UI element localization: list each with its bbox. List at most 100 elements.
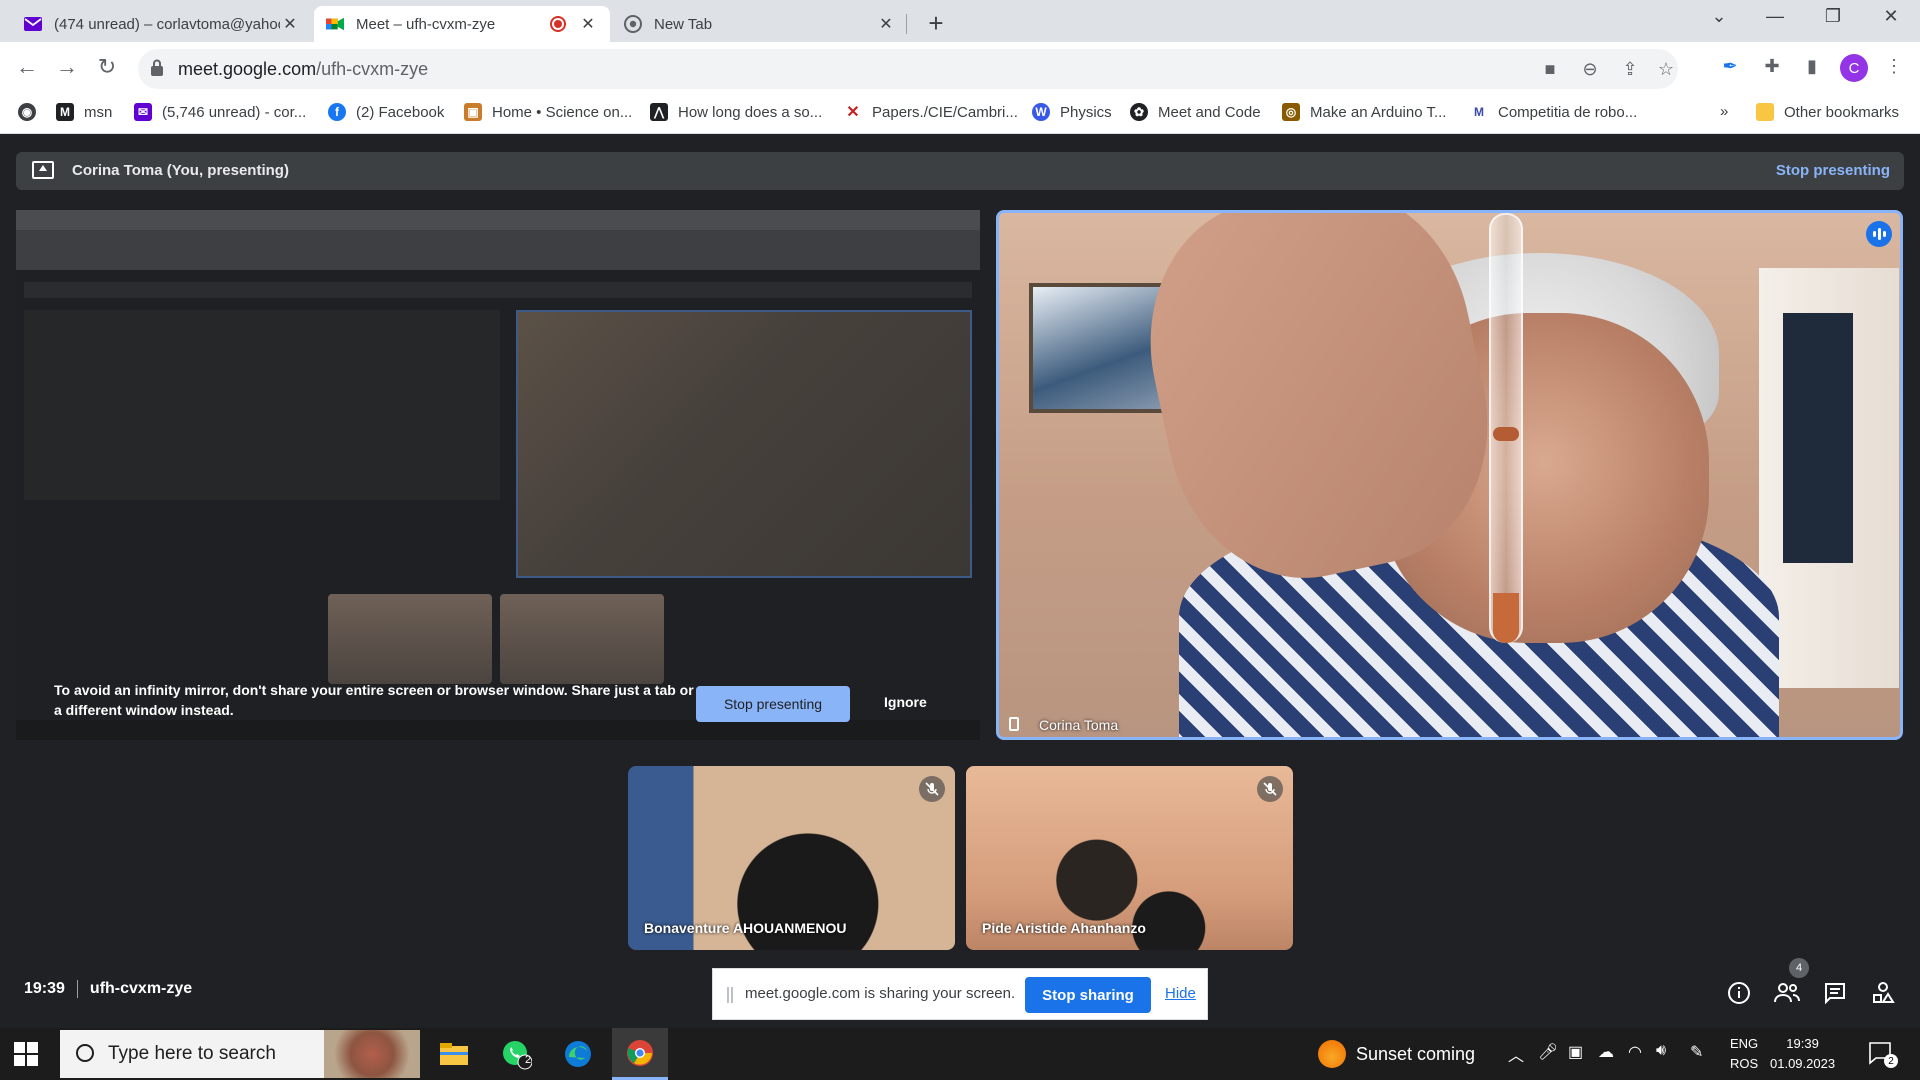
- onedrive-icon[interactable]: ☁︎: [1598, 1042, 1614, 1062]
- weather-widget[interactable]: Sunset coming: [1318, 1040, 1475, 1068]
- tab-yahoo-mail[interactable]: (474 unread) – corlavtoma@yahoo ✕: [12, 6, 312, 42]
- science-icon: ▣: [464, 103, 482, 121]
- robotics-icon: M: [1470, 103, 1488, 121]
- mirror-left-pane: [24, 310, 500, 500]
- participant-name: Bonaventure AHOUANMENOU: [644, 920, 847, 936]
- more-bookmarks-button[interactable]: »: [1720, 103, 1728, 120]
- globe-icon[interactable]: ◉: [18, 103, 46, 121]
- chat-icon[interactable]: [1820, 978, 1850, 1008]
- muted-mic-icon: [1257, 776, 1283, 802]
- whatsapp-icon[interactable]: 2: [488, 1028, 544, 1080]
- new-tab-button[interactable]: +: [921, 8, 951, 39]
- meeting-details-icon[interactable]: [1724, 978, 1754, 1008]
- weather-text: Sunset coming: [1356, 1043, 1476, 1064]
- meet-and-code-icon: ✿: [1130, 103, 1148, 121]
- notification-count: 2: [1884, 1054, 1898, 1068]
- activities-icon[interactable]: [1868, 978, 1898, 1008]
- close-tab-icon[interactable]: ✕: [280, 14, 300, 34]
- edge-icon[interactable]: [550, 1028, 606, 1080]
- hide-link[interactable]: Hide: [1165, 985, 1196, 1002]
- pin-icon[interactable]: [1009, 717, 1019, 731]
- bookmark-meet-and-code[interactable]: ✿ Meet and Code: [1130, 103, 1261, 121]
- speaking-indicator-icon: [1866, 221, 1892, 247]
- minimize-button[interactable]: —: [1752, 6, 1798, 27]
- language-indicator[interactable]: ENG ROS: [1730, 1034, 1758, 1074]
- mirror-participant-tile: [328, 594, 492, 684]
- people-icon[interactable]: [1772, 978, 1802, 1008]
- bookmark-yahoo-mail[interactable]: ✉ (5,746 unread) - cor...: [134, 103, 306, 121]
- lock-icon[interactable]: [150, 59, 164, 77]
- search-highlight-image: [324, 1030, 420, 1078]
- drag-handle-icon[interactable]: [727, 987, 733, 1003]
- zoom-icon[interactable]: ⊖: [1578, 59, 1602, 80]
- microphone-icon[interactable]: 🎤︎: [1538, 1042, 1558, 1062]
- forward-button[interactable]: →: [52, 54, 82, 80]
- taskbar-search-box[interactable]: Type here to search: [60, 1030, 420, 1078]
- tab-meet[interactable]: Meet – ufh-cvxm-zye ✕: [314, 6, 610, 42]
- system-clock[interactable]: 19:39 01.09.2023: [1770, 1034, 1835, 1074]
- mirror-toolbar: [16, 230, 980, 270]
- close-window-button[interactable]: ✕: [1868, 6, 1914, 27]
- bookmark-papers[interactable]: ✕ Papers./CIE/Cambri...: [844, 103, 1018, 121]
- mirror-stop-presenting-button[interactable]: Stop presenting: [696, 686, 850, 722]
- sunset-icon: [1318, 1040, 1346, 1068]
- bookmark-physics[interactable]: W Physics: [1032, 103, 1112, 121]
- tab-search-chevron-icon[interactable]: ⌄: [1696, 6, 1742, 27]
- video-doorway: [1783, 313, 1853, 563]
- presenter-video-tile[interactable]: Corina Toma: [996, 210, 1903, 740]
- camera-icon[interactable]: ■: [1538, 59, 1562, 80]
- tab-title: (474 unread) – corlavtoma@yahoo: [54, 15, 280, 33]
- mirror-taskbar: [16, 720, 980, 740]
- google-meet-icon: [326, 15, 344, 33]
- file-explorer-icon[interactable]: [426, 1028, 482, 1080]
- meeting-time: 19:39: [24, 980, 65, 997]
- infinity-mirror-warning: To avoid an infinity mirror, don't share…: [54, 682, 694, 718]
- facebook-icon: f: [328, 103, 346, 121]
- notification-center-icon[interactable]: 2: [1868, 1040, 1898, 1071]
- bookmark-star-icon[interactable]: ☆: [1654, 59, 1678, 80]
- share-icon[interactable]: ⇪: [1618, 59, 1642, 80]
- recording-indicator-icon: [550, 16, 566, 32]
- address-bar[interactable]: meet.google.com/ufh-cvxm-zye ■ ⊖ ⇪ ☆: [138, 49, 1678, 89]
- restore-button[interactable]: ❐: [1810, 6, 1856, 27]
- search-icon: [76, 1044, 94, 1062]
- pen-icon[interactable]: ✎: [1690, 1042, 1703, 1062]
- bookmark-how-long[interactable]: ⋀ How long does a so...: [650, 103, 822, 121]
- bookmark-arduino[interactable]: ◎ Make an Arduino T...: [1282, 103, 1446, 121]
- reload-button[interactable]: ↻: [92, 54, 122, 80]
- device-icon[interactable]: ▣: [1568, 1042, 1583, 1062]
- msn-icon: M: [56, 103, 74, 121]
- menu-kebab-icon[interactable]: ⋮: [1880, 56, 1908, 77]
- bookmark-facebook[interactable]: f (2) Facebook: [328, 103, 444, 121]
- participant-name: Pide Aristide Ahanhanzo: [982, 920, 1146, 936]
- volume-icon[interactable]: 🔊︎: [1656, 1042, 1666, 1060]
- yahoo-mail-icon: [24, 15, 42, 33]
- participant-name: Corina Toma: [1039, 717, 1119, 733]
- stop-presenting-link[interactable]: Stop presenting: [1776, 162, 1890, 179]
- tab-divider: [906, 14, 907, 34]
- close-tab-icon[interactable]: ✕: [578, 14, 598, 34]
- browser-toolbar: ← → ↻ meet.google.com/ufh-cvxm-zye ■ ⊖ ⇪…: [0, 42, 1920, 96]
- feather-extension-icon[interactable]: ✒: [1716, 56, 1744, 77]
- bookmark-msn[interactable]: Mmsn: [56, 103, 112, 121]
- bookmark-science[interactable]: ▣ Home • Science on...: [464, 103, 632, 121]
- close-tab-icon[interactable]: ✕: [876, 14, 896, 34]
- bookmark-robotics[interactable]: M Competitia de robo...: [1470, 103, 1637, 121]
- participant-tile[interactable]: Bonaventure AHOUANMENOU: [628, 766, 955, 950]
- chrome-taskbar-icon[interactable]: [612, 1028, 668, 1080]
- side-panel-icon[interactable]: ▮: [1798, 56, 1826, 77]
- back-button[interactable]: ←: [12, 54, 42, 80]
- chrome-icon: [624, 15, 642, 33]
- participant-tile[interactable]: Pide Aristide Ahanhanzo: [966, 766, 1293, 950]
- show-hidden-icons-icon[interactable]: ︿: [1508, 1042, 1524, 1066]
- tab-new-tab[interactable]: New Tab ✕: [612, 6, 908, 42]
- windows-start-icon[interactable]: [14, 1042, 38, 1066]
- profile-avatar[interactable]: C: [1840, 54, 1868, 82]
- wifi-icon[interactable]: ◠: [1628, 1042, 1642, 1062]
- sharing-message: meet.google.com is sharing your screen.: [745, 985, 1016, 1002]
- mirror-ignore-button[interactable]: Ignore: [884, 694, 927, 710]
- stop-sharing-button[interactable]: Stop sharing: [1025, 977, 1151, 1013]
- arduino-icon: ◎: [1282, 103, 1300, 121]
- extensions-icon[interactable]: ✚: [1758, 56, 1786, 77]
- other-bookmarks[interactable]: Other bookmarks: [1756, 103, 1899, 121]
